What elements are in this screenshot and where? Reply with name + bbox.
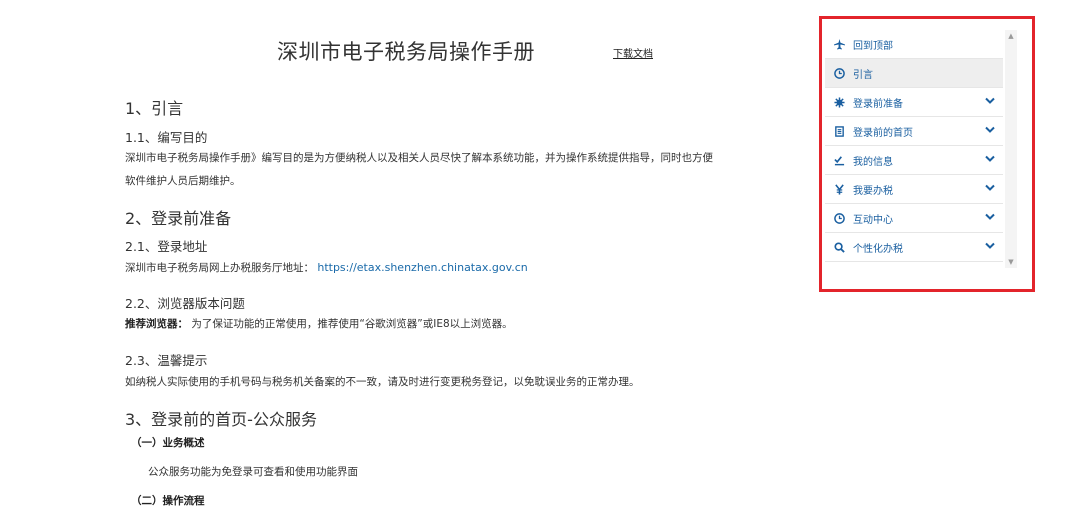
chevron-down-icon[interactable] [985, 97, 995, 105]
chevron-down-icon[interactable] [985, 155, 995, 163]
paragraph-overview: 公众服务功能为免登录可查看和使用功能界面 [148, 466, 358, 478]
chevron-down-icon[interactable] [985, 242, 995, 250]
nav-item-interaction-center[interactable]: 互动中心 [825, 204, 1003, 233]
page-title: 深圳市电子税务局操作手册 [277, 40, 535, 64]
section-heading-intro: 1、引言 [125, 99, 184, 118]
paragraph-login-address: 深圳市电子税务局网上办税服务厅地址： https://etax.shenzhen… [125, 256, 528, 280]
subsection-heading-browser: 2.2、浏览器版本问题 [125, 296, 245, 311]
yen-icon [825, 183, 853, 195]
nav-item-label: 登录前的首页 [853, 127, 913, 139]
nav-item-label: 登录前准备 [853, 98, 903, 110]
nav-item-login-homepage[interactable]: 登录前的首页 [825, 117, 1003, 146]
nav-item-label: 个性化办税 [853, 243, 903, 255]
section-heading-public-service: 3、登录前的首页-公众服务 [125, 410, 317, 429]
document-content: 深圳市电子税务局操作手册 下载文档 1、引言 1.1、编写目的 深圳市电子税务局… [0, 0, 800, 518]
chevron-down-icon[interactable] [985, 213, 995, 221]
subsection-heading-purpose: 1.1、编写目的 [125, 130, 208, 145]
paragraph-browser: 推荐浏览器： 为了保证功能的正常使用，推荐使用“谷歌浏览器”或IE8以上浏览器。 [125, 313, 513, 336]
paragraph-purpose-line1: 深圳市电子税务局操作手册》编写目的是为方便纳税人以及相关人员尽快了解本系统功能，… [125, 152, 713, 164]
gear-icon [825, 96, 853, 108]
subsection-heading-tips: 2.3、温馨提示 [125, 353, 208, 368]
sub-heading-process: （二）操作流程 [131, 495, 205, 507]
chevron-down-icon[interactable] [985, 126, 995, 134]
nav-item-my-info[interactable]: 我的信息 [825, 146, 1003, 175]
nav-item-back-to-top[interactable]: 回到顶部 [825, 30, 1003, 59]
document-icon [825, 125, 853, 137]
checklist-icon [825, 155, 853, 166]
paragraph-tips: 如纳税人实际使用的手机号码与税务机关备案的不一致，请及时进行变更税务登记，以免耽… [125, 376, 640, 388]
login-address-url[interactable]: https://etax.shenzhen.chinatax.gov.cn [317, 261, 527, 274]
recommended-browser-label: 推荐浏览器： [125, 318, 188, 330]
nav-item-personalized-tax[interactable]: 个性化办税 [825, 233, 1003, 262]
nav-item-login-prep[interactable]: 登录前准备 [825, 88, 1003, 117]
nav-item-intro[interactable]: 引言 [825, 59, 1003, 88]
nav-item-label: 我要办税 [853, 185, 893, 197]
clock-icon [825, 212, 853, 224]
plane-icon [825, 38, 853, 50]
nav-item-label: 互动中心 [853, 214, 893, 226]
scroll-up-arrow-icon[interactable]: ▲ [1005, 30, 1017, 42]
side-nav-scrollbar[interactable]: ▲ ▼ [1005, 30, 1017, 268]
nav-item-label: 我的信息 [853, 156, 893, 168]
nav-item-tax-handling[interactable]: 我要办税 [825, 175, 1003, 204]
chevron-down-icon[interactable] [985, 184, 995, 192]
recommended-browser-text: 为了保证功能的正常使用，推荐使用“谷歌浏览器”或IE8以上浏览器。 [191, 318, 513, 330]
nav-item-label: 引言 [853, 69, 873, 81]
search-icon [825, 241, 853, 253]
side-navigation: 回到顶部 引言 登录前准备 登录前的首页 我的信息 我要办税 互动中心 个性化办… [825, 30, 1003, 262]
section-heading-login-prep: 2、登录前准备 [125, 209, 232, 228]
download-document-link[interactable]: 下载文档 [613, 45, 653, 60]
login-address-label: 深圳市电子税务局网上办税服务厅地址： [125, 262, 314, 274]
nav-item-label: 回到顶部 [853, 40, 893, 52]
scroll-down-arrow-icon[interactable]: ▼ [1005, 256, 1017, 268]
scrollbar-track[interactable] [1007, 44, 1015, 252]
sub-heading-overview: （一）业务概述 [131, 437, 205, 449]
subsection-heading-login-address: 2.1、登录地址 [125, 239, 208, 254]
paragraph-purpose-line2: 软件维护人员后期维护。 [125, 175, 241, 187]
clock-icon [825, 67, 853, 79]
